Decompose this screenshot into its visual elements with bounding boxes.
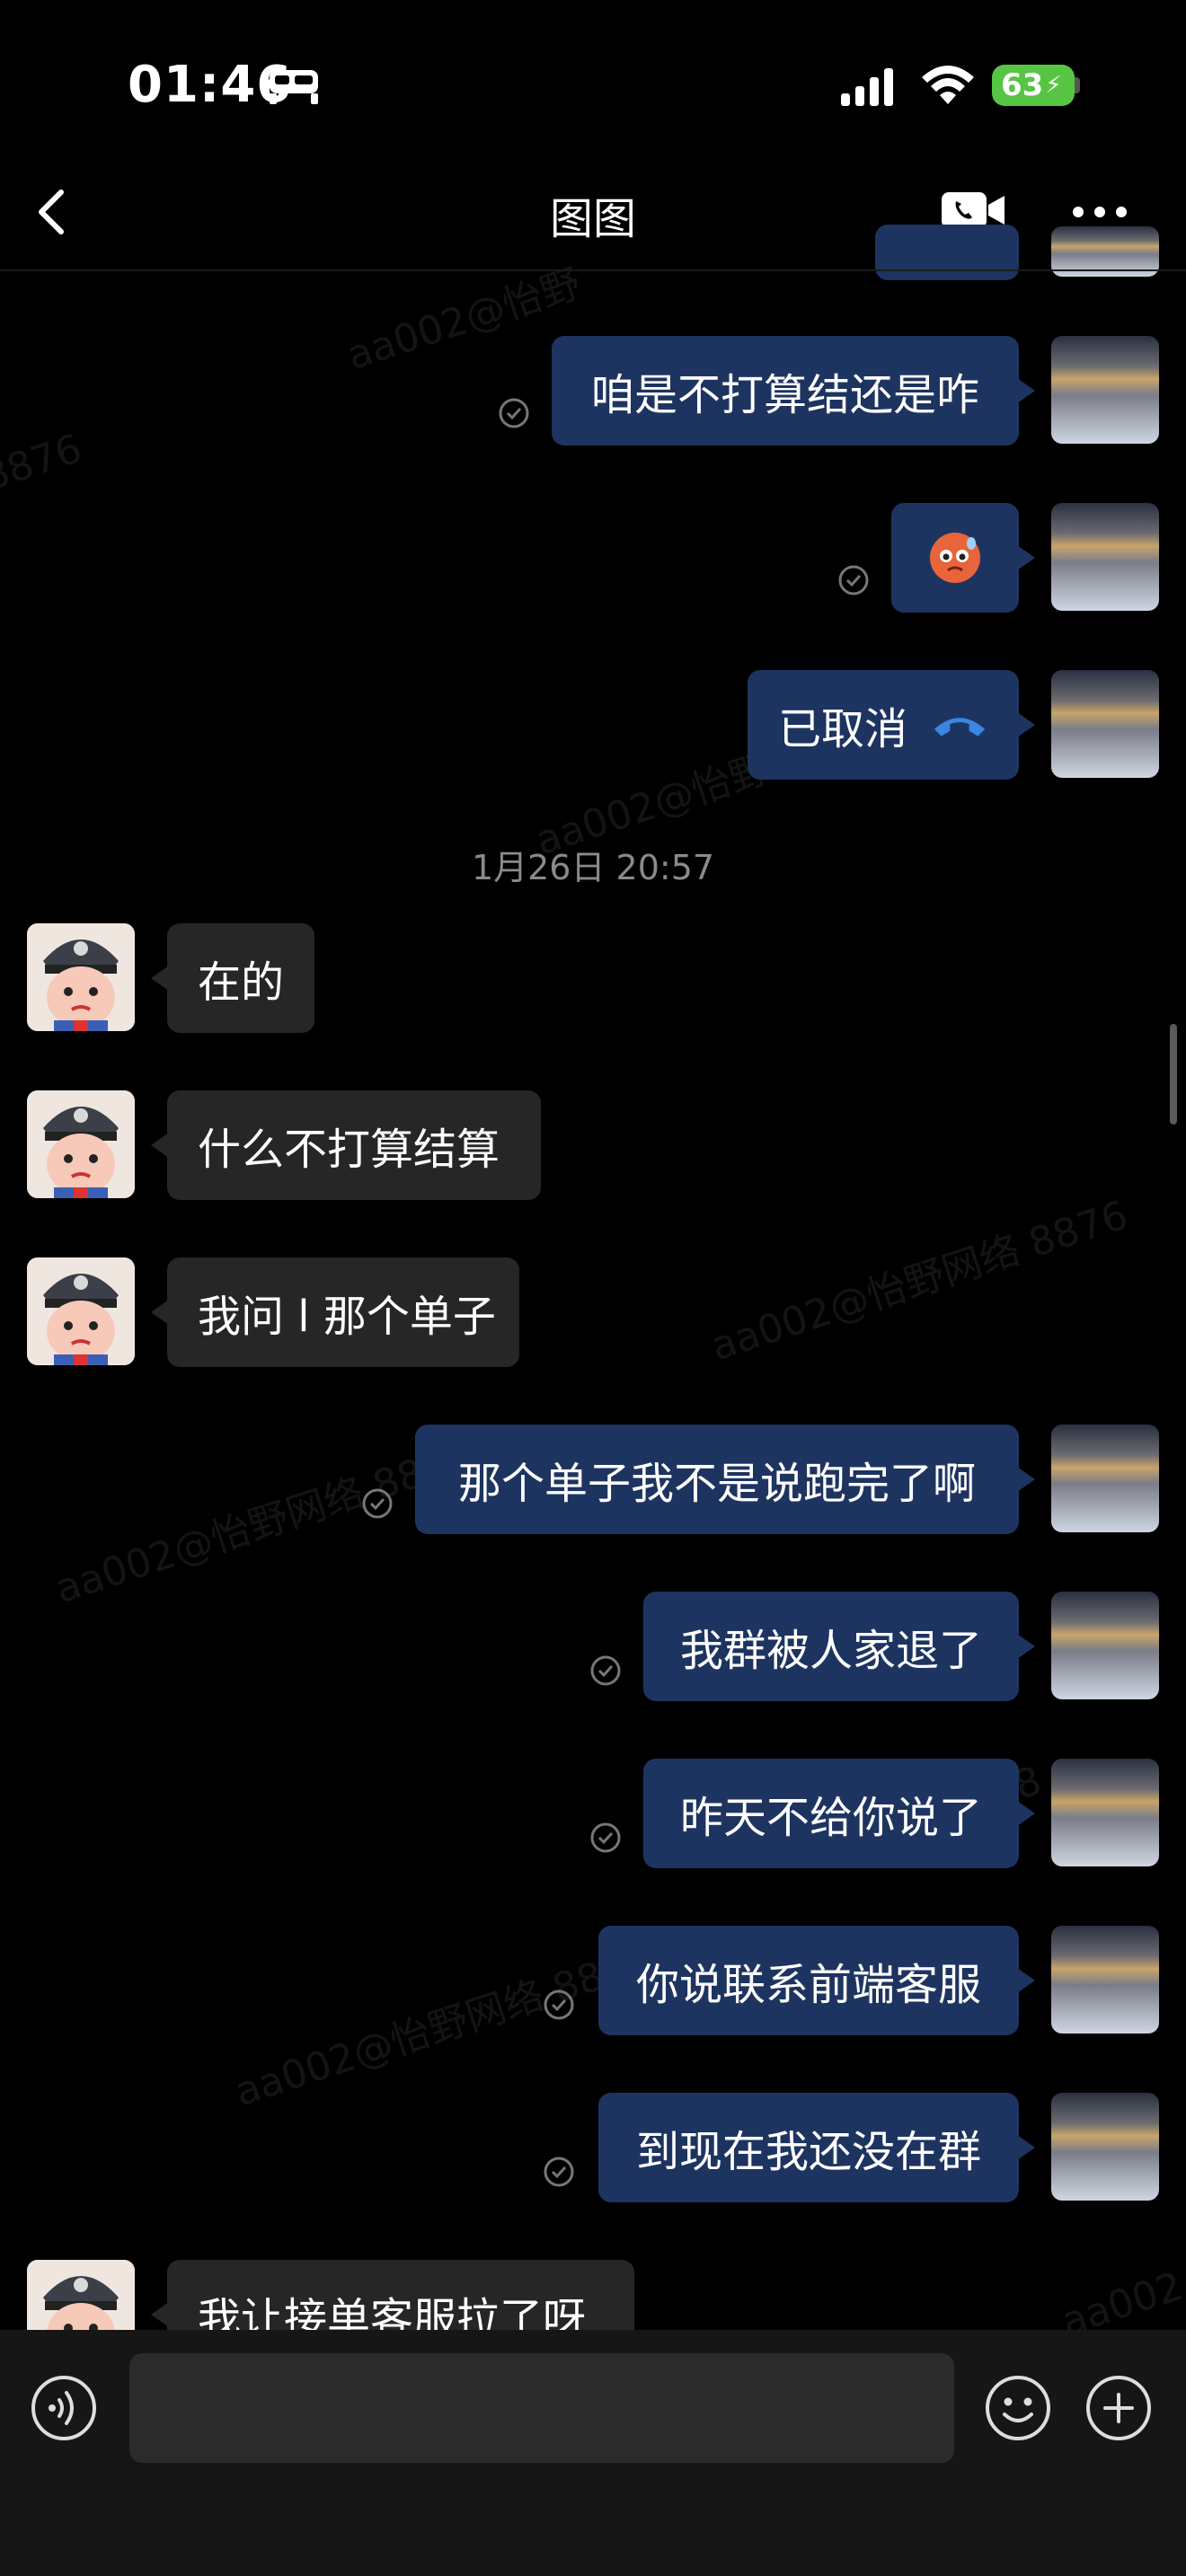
message-bubble-outgoing[interactable]: 那个单子我不是说跑完了啊 <box>415 1425 1019 1534</box>
nav-divider-overlay <box>0 269 1186 271</box>
bubble-tail <box>1017 378 1035 403</box>
avatar-self[interactable] <box>1051 2093 1159 2201</box>
watermark: 8876 <box>0 425 88 501</box>
back-icon[interactable] <box>27 185 77 239</box>
watermark: aa002@怡野网络 8876 <box>229 1937 658 2116</box>
avatar-self[interactable] <box>1051 1759 1159 1866</box>
bubble-tail <box>1017 1801 1035 1826</box>
bubble-tail <box>1017 712 1035 737</box>
message-text: 到现在我还没在群 <box>635 2127 981 2177</box>
watermark: aa002@怡野网络 8876 <box>705 1192 1134 1371</box>
message-bubble-incoming[interactable]: 在的 <box>167 923 314 1033</box>
wifi-icon <box>922 66 974 104</box>
read-check-icon <box>590 1655 621 1686</box>
chat-title: 图图 <box>549 194 636 244</box>
message-text: 我群被人家退了 <box>679 1626 982 1676</box>
message-text: 昨天不给你说了 <box>679 1793 982 1843</box>
bubble-tail <box>151 1133 169 1158</box>
more-icon[interactable] <box>1071 205 1128 219</box>
battery-cap <box>1075 77 1080 93</box>
message-bubble-outgoing[interactable]: 你说联系前端客服 <box>598 1926 1019 2035</box>
avatar-self[interactable] <box>1051 1592 1159 1699</box>
bubble-tail <box>151 2302 169 2327</box>
bubble-tail <box>1017 1467 1035 1492</box>
timestamp: 1月26日 20:57 <box>471 848 715 887</box>
watermark: aa002@怡野网络 8876 <box>49 1434 478 1613</box>
message-text: 咱是不打算结还是咋 <box>590 370 979 420</box>
message-text: 在的 <box>198 957 285 1008</box>
voice-icon[interactable] <box>29 2373 99 2443</box>
read-check-icon <box>590 1822 621 1853</box>
avatar-self[interactable] <box>1051 503 1159 611</box>
message-bubble-outgoing[interactable]: 我群被人家退了 <box>643 1592 1019 1701</box>
message-bubble-call[interactable]: 已取消 <box>748 670 1019 780</box>
bubble-tail <box>1017 2135 1035 2160</box>
message-bubble-outgoing[interactable]: 到现在我还没在群 <box>598 2093 1019 2202</box>
message-text: 你说联系前端客服 <box>635 1960 981 2010</box>
plus-icon[interactable] <box>1084 2373 1154 2443</box>
read-check-icon <box>544 1989 574 2020</box>
phone-hangup-icon <box>934 718 986 737</box>
avatar-other[interactable] <box>27 923 135 1031</box>
bed-icon <box>270 70 318 104</box>
police-cartoon-avatar <box>27 1090 135 1198</box>
message-bubble-outgoing[interactable] <box>891 503 1019 613</box>
message-bubble-partial[interactable] <box>875 225 1019 280</box>
bubble-tail <box>151 1300 169 1325</box>
message-text: 那个单子我不是说跑完了啊 <box>457 1459 976 1509</box>
message-text: 我问 l 那个单子 <box>198 1292 496 1342</box>
message-text: 什么不打算结算 <box>198 1125 500 1175</box>
message-input[interactable] <box>129 2353 954 2463</box>
message-bubble-incoming[interactable]: 什么不打算结算 <box>167 1090 541 1200</box>
emoji-sad-icon <box>930 533 980 583</box>
bubble-tail <box>1017 1968 1035 1993</box>
message-bubble-outgoing[interactable]: 昨天不给你说了 <box>643 1759 1019 1868</box>
read-check-icon <box>499 398 529 428</box>
charging-bolt-icon: ⚡ <box>1045 72 1062 99</box>
message-bubble-outgoing[interactable]: 咱是不打算结还是咋 <box>552 336 1019 446</box>
bubble-tail <box>1017 545 1035 570</box>
call-status-text: 已取消 <box>778 704 908 754</box>
message-bubble-incoming[interactable]: 我问 l 那个单子 <box>167 1257 519 1367</box>
read-check-icon <box>544 2157 574 2187</box>
read-check-icon <box>362 1488 393 1519</box>
avatar-self[interactable] <box>1051 670 1159 778</box>
bubble-tail <box>151 966 169 991</box>
battery-indicator: 63 ⚡ <box>992 65 1075 106</box>
battery-level: 63 <box>1001 67 1044 103</box>
read-check-icon <box>838 565 869 595</box>
avatar-self[interactable] <box>1051 1425 1159 1532</box>
scrollbar-thumb[interactable] <box>1170 1024 1177 1125</box>
avatar-other[interactable] <box>27 1257 135 1365</box>
signal-icon <box>841 68 893 106</box>
bubble-tail <box>1017 1634 1035 1659</box>
avatar-self[interactable] <box>1051 1926 1159 2033</box>
avatar-self[interactable] <box>1051 336 1159 444</box>
emoji-icon[interactable] <box>983 2373 1053 2443</box>
police-cartoon-avatar <box>27 1257 135 1365</box>
avatar-other[interactable] <box>27 1090 135 1198</box>
police-cartoon-avatar <box>27 923 135 1031</box>
